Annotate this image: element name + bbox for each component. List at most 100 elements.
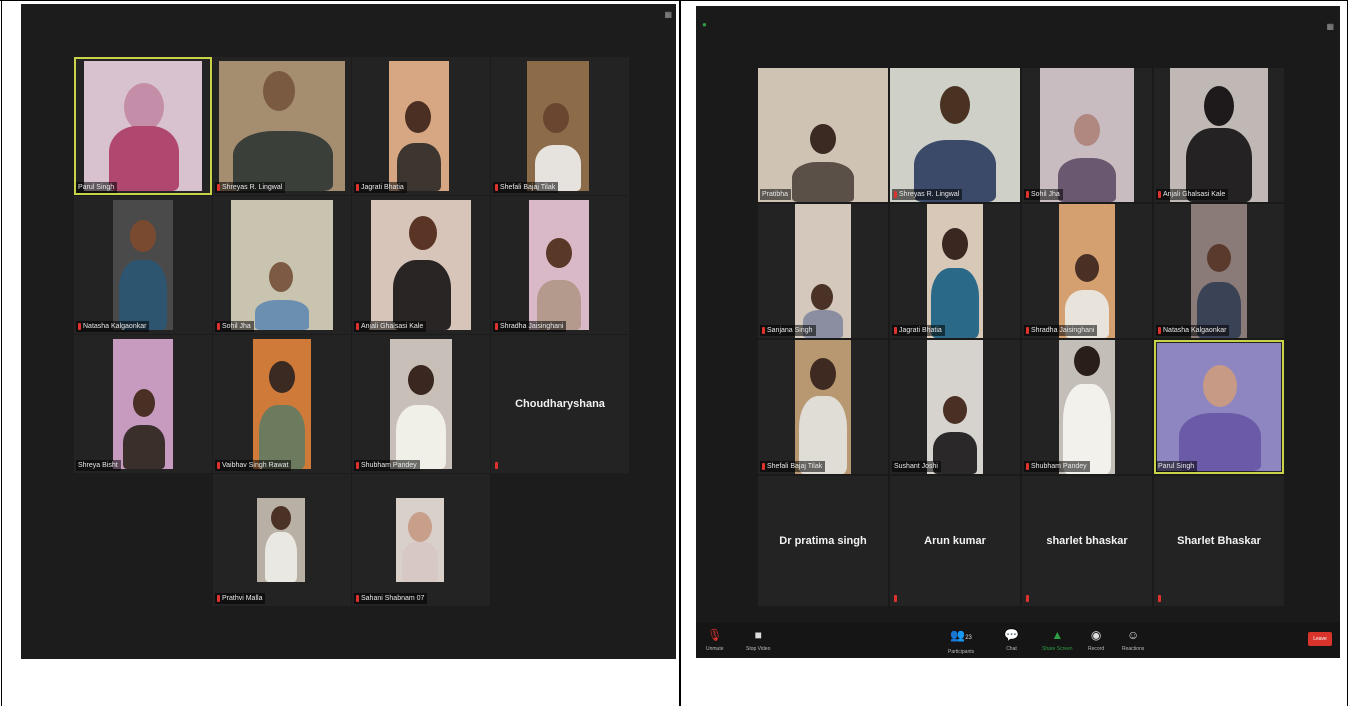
reactions-icon: ☺ [1126, 628, 1140, 642]
participant-name-centered: Sharlet Bhaskar [1177, 535, 1261, 547]
view-icon[interactable]: ▦ [664, 10, 672, 19]
participants-icon: 👥23 [950, 628, 972, 642]
participant-status [493, 460, 501, 471]
mic-muted-icon [356, 323, 359, 330]
participant-tile[interactable]: Shreyas R. Lingwal [213, 57, 351, 195]
participant-name: Natasha Kalgaonkar [76, 321, 150, 332]
participant-tile[interactable]: Shreya Bisht [74, 335, 212, 473]
participant-tile[interactable]: Shreyas R. Lingwal [890, 68, 1020, 202]
participant-name: Vaibhav Singh Rawat [215, 460, 292, 471]
mic-muted-icon [1026, 327, 1029, 334]
participant-name: Jagrati Bhatia [892, 325, 945, 336]
mic-muted-icon [1026, 463, 1029, 470]
participant-tile[interactable]: Natasha Kalgaonkar [1154, 204, 1284, 338]
mic-muted-icon [894, 595, 897, 602]
participant-tile[interactable]: Arun kumar [890, 476, 1020, 606]
mic-muted-icon [1158, 191, 1161, 198]
mic-muted-icon [1026, 191, 1029, 198]
participant-tile[interactable]: Shubham Pandey [352, 335, 490, 473]
participant-name: Jagrati Bhatia [354, 182, 407, 193]
participant-status [892, 593, 900, 604]
participant-name: Sohil Jha [215, 321, 254, 332]
participant-tile[interactable]: Choudharyshana [491, 335, 629, 473]
unmute-button[interactable]: 🎙 Unmute [706, 628, 724, 652]
participant-name: Parul Singh [1156, 461, 1198, 472]
participant-name: Anjali Ghalsasi Kale [1156, 189, 1229, 200]
participant-name: Shreyas R. Lingwal [892, 189, 963, 200]
meeting-toolbar: 🎙 Unmute ■ Stop Video 👥23 Participants 💬… [696, 622, 1340, 658]
participant-name-centered: Choudharyshana [515, 398, 605, 410]
participant-tile[interactable]: Anjali Ghalsasi Kale [1154, 68, 1284, 202]
participant-tile[interactable]: Vaibhav Singh Rawat [213, 335, 351, 473]
participant-name: Sushant Joshi [892, 461, 941, 472]
participant-name-centered: Arun kumar [924, 535, 986, 547]
participant-tile[interactable]: Sanjana Singh [758, 204, 888, 338]
participant-tile[interactable]: sharlet bhaskar [1022, 476, 1152, 606]
participant-tile[interactable]: Shradha Jaisinghani [491, 196, 629, 334]
participant-tile[interactable]: Prathvi Malla [213, 474, 351, 606]
participant-tile[interactable]: Dr pratima singh [758, 476, 888, 606]
mic-muted-icon [1158, 595, 1161, 602]
participant-tile[interactable]: Sahani Shabnam 07 [352, 474, 490, 606]
participant-name: Sahani Shabnam 07 [354, 593, 428, 604]
participant-tile[interactable]: Parul Singh [74, 57, 212, 195]
mic-muted-icon: 🎙 [707, 628, 723, 642]
participants-button[interactable]: 👥23 Participants [948, 628, 974, 655]
participant-name: Shubham Pandey [1024, 461, 1090, 472]
mic-muted-icon [217, 595, 220, 602]
participant-tile[interactable]: Shubham Pandey [1022, 340, 1152, 474]
mic-muted-icon [1158, 327, 1161, 334]
mic-muted-icon [762, 327, 765, 334]
participant-tile[interactable]: Jagrati Bhatia [890, 204, 1020, 338]
participant-name: Parul Singh [76, 182, 118, 193]
mic-muted-icon [1026, 595, 1029, 602]
security-shield-icon[interactable]: ● [702, 20, 707, 29]
mic-muted-icon [78, 323, 81, 330]
video-gallery-left: ▦ Parul Singh Shreyas R. Lingwal Jagrati… [21, 4, 676, 659]
participant-name: Shubham Pandey [354, 460, 420, 471]
record-button[interactable]: ◉ Record [1088, 628, 1104, 652]
reactions-button[interactable]: ☺ Reactions [1122, 628, 1144, 652]
participant-name: Shradha Jaisinghani [493, 321, 567, 332]
participant-tile[interactable]: Shefali Bajaj Tilak [491, 57, 629, 195]
mic-muted-icon [356, 184, 359, 191]
mic-muted-icon [762, 463, 765, 470]
stop-video-button[interactable]: ■ Stop Video [746, 628, 770, 652]
mic-muted-icon [894, 327, 897, 334]
participant-name: Shradha Jaisinghani [1024, 325, 1098, 336]
mic-muted-icon [217, 184, 220, 191]
participant-tile[interactable]: Sharlet Bhaskar [1154, 476, 1284, 606]
mic-muted-icon [217, 323, 220, 330]
share-screen-button[interactable]: ▲ Share Screen [1042, 628, 1073, 652]
mic-muted-icon [495, 184, 498, 191]
participant-tile[interactable]: Parul Singh [1154, 340, 1284, 474]
participant-tile[interactable]: Sohil Jha [213, 196, 351, 334]
participant-tile[interactable]: Sohil Jha [1022, 68, 1152, 202]
participant-name: Shefali Bajaj Tilak [493, 182, 559, 193]
participant-status [1024, 593, 1032, 604]
participant-tile[interactable]: Anjali Ghalsasi Kale [352, 196, 490, 334]
participant-name: Natasha Kalgaonkar [1156, 325, 1230, 336]
participant-name: Shefali Bajaj Tilak [760, 461, 826, 472]
chat-button[interactable]: 💬 Chat [1004, 628, 1019, 652]
participant-name: Prathvi Malla [215, 593, 266, 604]
participant-tile[interactable]: Shradha Jaisinghani [1022, 204, 1152, 338]
participant-name-centered: Dr pratima singh [779, 535, 867, 547]
participant-tile[interactable]: Sushant Joshi [890, 340, 1020, 474]
participant-name: Shreya Bisht [76, 460, 121, 471]
participant-tile[interactable]: Pratibha [758, 68, 888, 202]
participant-name: Sanjana Singh [760, 325, 816, 336]
leave-meeting-button[interactable]: Leave [1308, 632, 1332, 646]
participant-name: Anjali Ghalsasi Kale [354, 321, 427, 332]
participant-tile[interactable]: Shefali Bajaj Tilak [758, 340, 888, 474]
view-icon[interactable]: ▦ [1326, 22, 1334, 31]
participant-name-centered: sharlet bhaskar [1046, 535, 1128, 547]
participant-tile[interactable]: Jagrati Bhatia [352, 57, 490, 195]
video-camera-icon: ■ [754, 628, 762, 642]
chat-icon: 💬 [1004, 628, 1019, 642]
participant-tile[interactable]: Natasha Kalgaonkar [74, 196, 212, 334]
participant-name: Pratibha [760, 189, 792, 200]
participant-name: Shreyas R. Lingwal [215, 182, 286, 193]
mic-muted-icon [495, 462, 498, 469]
mic-muted-icon [356, 595, 359, 602]
